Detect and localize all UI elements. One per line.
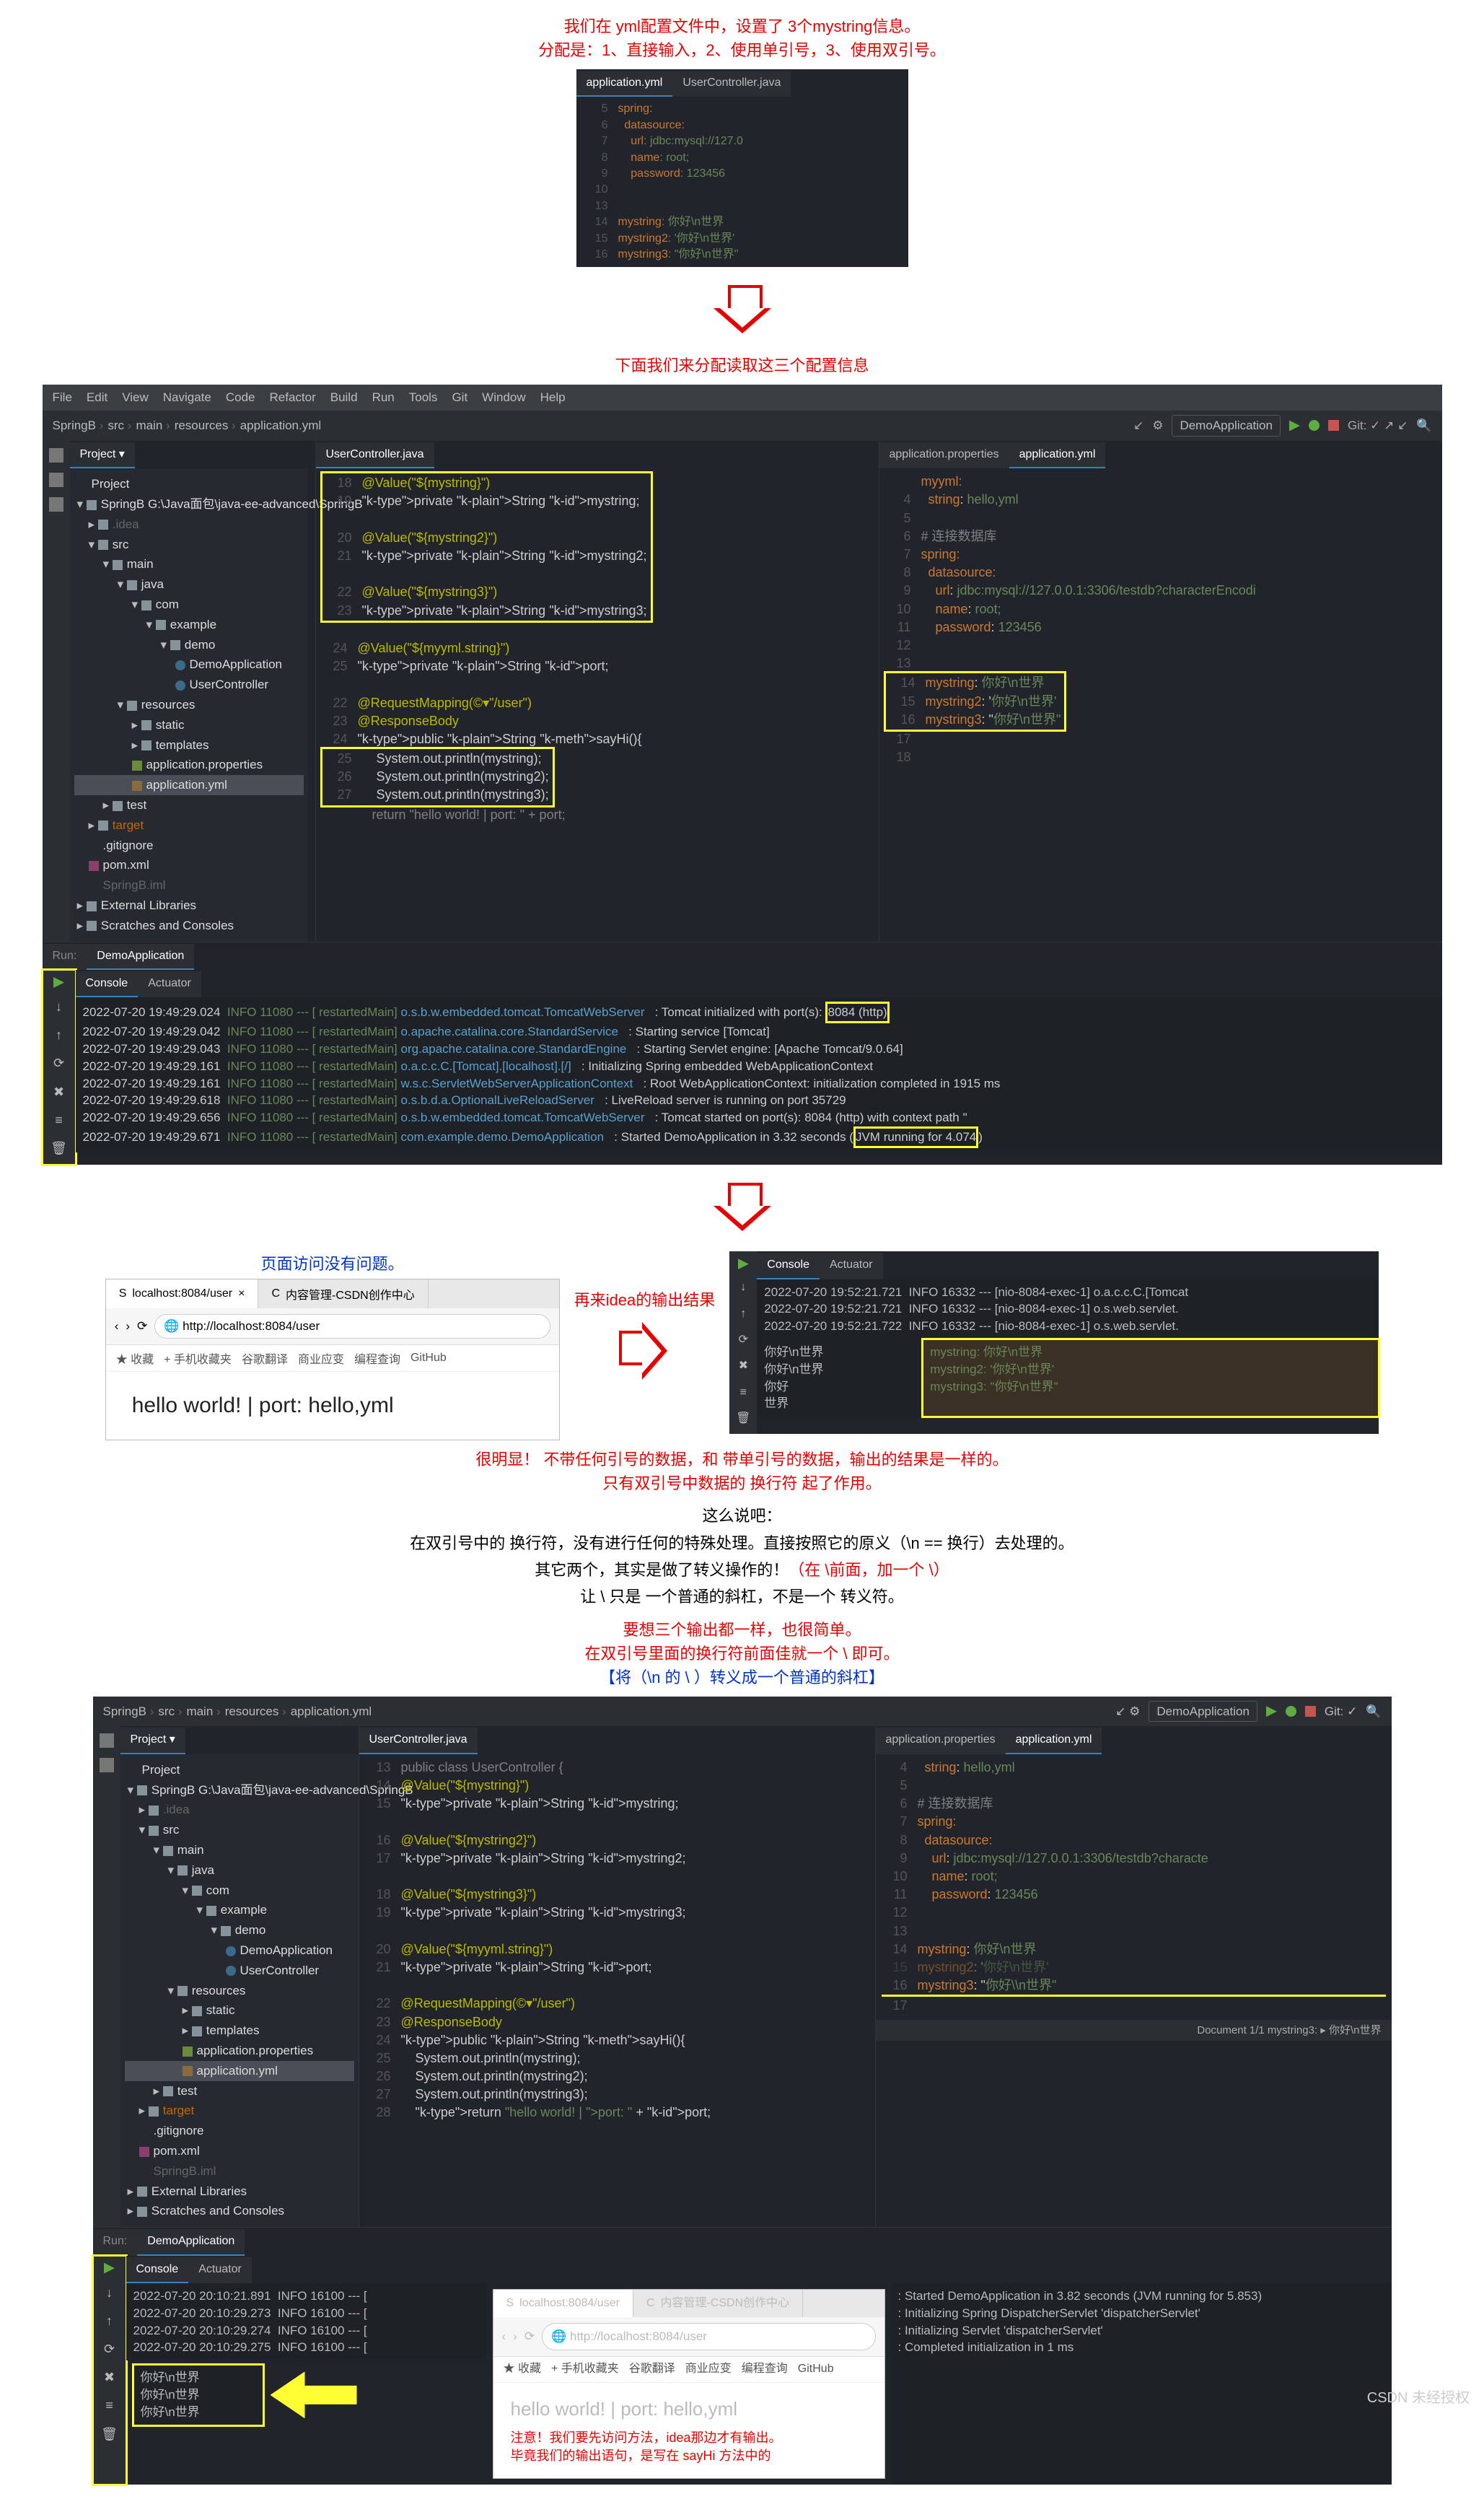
stop-icon[interactable] xyxy=(1305,1706,1316,1717)
console-tab[interactable]: Console xyxy=(76,971,139,997)
run-tab[interactable]: DemoApplication xyxy=(87,944,194,970)
rerun-icon[interactable] xyxy=(104,2263,115,2274)
project-tool-tab[interactable]: Project ▾ xyxy=(120,1728,185,1754)
actuator-tab[interactable]: Actuator xyxy=(138,971,201,997)
caption-7a: 要想三个输出都一样，也很简单。 xyxy=(584,1618,899,1642)
caption-5b: 只有双引号中数据的 换行符 起了作用。 xyxy=(475,1471,1008,1495)
run-label: Run: xyxy=(43,944,87,970)
run-tab[interactable]: DemoApplication xyxy=(137,2229,245,2255)
project-tool-tab[interactable]: Project ▾ xyxy=(70,442,135,468)
run-icon[interactable] xyxy=(1266,1706,1277,1717)
browser-tabs[interactable]: Slocalhost:8084/userC内容管理-CSDN创作中心 xyxy=(493,2290,884,2317)
caption-1b: 分配是：1、直接输入，2、使用单引号，3、使用双引号。 xyxy=(538,38,946,62)
watermark: CSDN 未经授权 xyxy=(1367,2386,1470,2407)
search-icon[interactable]: 🔍 xyxy=(1416,417,1431,434)
ide-main-1: FileEditViewNavigateCodeRefactorBuildRun… xyxy=(43,385,1442,1165)
run-config-selector[interactable]: DemoApplication xyxy=(1172,415,1281,437)
right-arrow-icon xyxy=(619,1318,669,1383)
caption-2: 下面我们来分配读取这三个配置信息 xyxy=(615,354,869,377)
down-arrow-icon xyxy=(710,285,775,336)
stop-icon[interactable] xyxy=(1328,420,1339,431)
reload-icon[interactable]: ⟳ xyxy=(137,1319,147,1334)
left-arrow-icon xyxy=(271,2371,357,2418)
menubar[interactable]: FileEditViewNavigateCodeRefactorBuildRun… xyxy=(43,385,1442,411)
fwd-icon[interactable]: › xyxy=(513,2328,517,2345)
editor-tab-left[interactable]: UserController.java xyxy=(316,442,434,468)
rerun-icon[interactable] xyxy=(738,1259,749,1269)
breadcrumb[interactable]: SpringBsrcmainresourcesapplication.yml xyxy=(53,417,322,434)
toolbar: SpringBsrcmainresourcesapplication.yml ↙… xyxy=(43,411,1442,441)
page-body-text: hello world! | port: hello,yml xyxy=(511,2396,867,2422)
run-sidebar[interactable]: ↓↑⟳✖≡🗑 xyxy=(43,970,76,1165)
browser-window-2: Slocalhost:8084/userC内容管理-CSDN创作中心 ‹ › ⟳… xyxy=(493,2289,885,2479)
run-side[interactable]: ↓↑⟳✖≡🗑 xyxy=(729,1251,757,1434)
address-bar[interactable]: 🌐 http://localhost:8084/user xyxy=(154,1314,550,1339)
caption-1a: 我们在 yml配置文件中，设置了 3个mystring信息。 xyxy=(538,14,946,38)
project-tree[interactable]: Project▾ SpringB G:\Java面包\java-ee-advan… xyxy=(70,468,308,941)
browser-window-1: Slocalhost:8084/user ×C内容管理-CSDN创作中心 ‹ ›… xyxy=(105,1279,560,1440)
caption-7c: 【将（\n 的 \ ）转义成一个普通的斜杠】 xyxy=(584,1666,899,1689)
back-icon[interactable]: ‹ xyxy=(115,1319,119,1334)
ide-main-2: SpringBsrcmainresourcesapplication.yml ↙… xyxy=(93,1697,1392,2485)
down-arrow-icon xyxy=(710,1183,775,1233)
reload-icon[interactable]: ⟳ xyxy=(524,2328,535,2345)
editor-tab-left[interactable]: UserController.java xyxy=(359,1728,478,1754)
bookmarks-bar[interactable]: ★ 收藏+ 手机收藏夹谷歌翻译商业应变编程查询GitHub xyxy=(493,2357,884,2382)
project-tree[interactable]: Project▾ SpringB G:\Java面包\java-ee-advan… xyxy=(120,1754,359,2227)
bookmarks-bar[interactable]: ★ 收藏+ 手机收藏夹谷歌翻译商业应变编程查询GitHub xyxy=(106,1345,559,1372)
run-sidebar[interactable]: ↓↑⟳✖≡🗑 xyxy=(93,2256,126,2485)
debug-icon[interactable] xyxy=(1309,420,1320,431)
run-icon[interactable] xyxy=(1289,420,1300,431)
debug-icon[interactable] xyxy=(1286,1706,1296,1717)
status-bar: Document 1/1 mystring3: ▸ 你好\n世界 xyxy=(876,2020,1392,2041)
ide-snippet-yml: application.ymlUserController.java 5spri… xyxy=(576,69,908,267)
caption-4: 再来idea的输出结果 xyxy=(574,1287,716,1310)
page-body-text: hello world! | port: hello,yml xyxy=(106,1372,559,1440)
ide-mini-console: ↓↑⟳✖≡🗑 ConsoleActuator 2022-07-20 19:52:… xyxy=(729,1251,1379,1434)
explain-para: 这么说吧： 在双引号中的 换行符，没有进行任何的特殊处理。直接按照它的原义（\n… xyxy=(410,1502,1074,1611)
rerun-icon[interactable] xyxy=(53,977,64,988)
caption-7b: 在双引号里面的换行符前面佳就一个 \ 即可。 xyxy=(584,1642,899,1666)
caption-5a: 很明显！ 不带任何引号的数据，和 带单引号的数据，输出的结果是一样的。 xyxy=(475,1448,1008,1471)
toolbar: SpringBsrcmainresourcesapplication.yml ↙… xyxy=(93,1697,1392,1727)
git-branch[interactable]: ↙ xyxy=(1133,417,1143,434)
run-config-selector[interactable]: DemoApplication xyxy=(1149,1701,1257,1723)
caption-3: 页面访问没有问题。 xyxy=(261,1251,404,1274)
breadcrumb[interactable]: SpringBsrcmainresourcesapplication.yml xyxy=(103,1703,372,1720)
browser-tabs[interactable]: Slocalhost:8084/user ×C内容管理-CSDN创作中心 xyxy=(106,1279,559,1308)
fwd-icon[interactable]: › xyxy=(126,1319,130,1334)
tool-stripe-left[interactable] xyxy=(93,1726,120,2227)
back-icon[interactable]: ‹ xyxy=(502,2328,506,2345)
search-icon[interactable]: 🔍 xyxy=(1366,1703,1381,1720)
address-bar[interactable]: 🌐 http://localhost:8084/user xyxy=(542,2323,875,2350)
tool-stripe-left[interactable] xyxy=(43,441,70,942)
